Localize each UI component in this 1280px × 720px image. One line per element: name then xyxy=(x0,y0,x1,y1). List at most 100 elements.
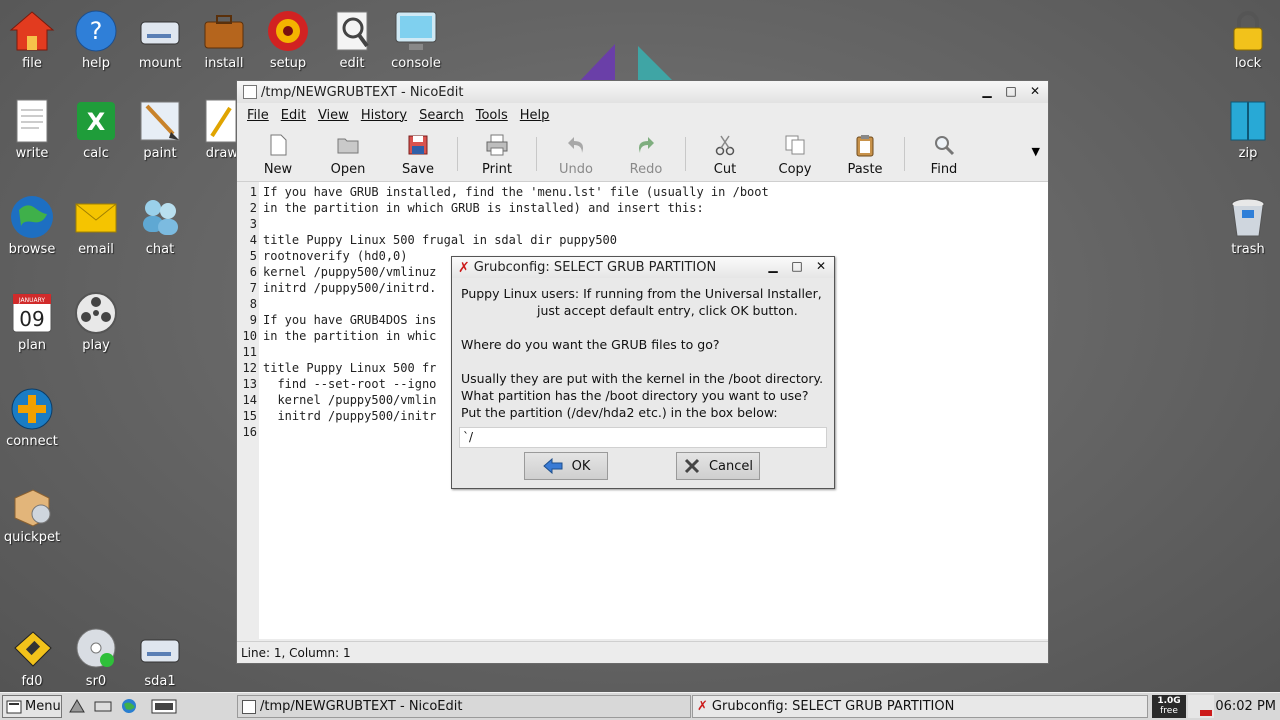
toolbar-separator xyxy=(904,137,905,171)
desktop-icon-calc[interactable]: X calc xyxy=(64,98,128,161)
calendar-day: 09 xyxy=(19,307,44,331)
keyboard-icon[interactable] xyxy=(94,698,112,714)
connect-icon xyxy=(9,386,55,432)
desktop-icon-play[interactable]: play xyxy=(64,290,128,353)
paint-icon xyxy=(137,98,183,144)
desktop-icon-email[interactable]: email xyxy=(64,194,128,257)
grub-partition-dialog[interactable]: ✗ Grubconfig: SELECT GRUB PARTITION ▁ □ … xyxy=(451,256,835,489)
menu-help[interactable]: Help xyxy=(520,108,550,123)
toolbar-overflow-icon[interactable]: ▼ xyxy=(1032,145,1040,158)
desktop-icon-console[interactable]: console xyxy=(384,8,448,71)
minimize-icon[interactable]: ▁ xyxy=(766,259,780,273)
maximize-icon[interactable]: □ xyxy=(1004,84,1018,98)
menu-search[interactable]: Search xyxy=(419,108,464,123)
cancel-button[interactable]: Cancel xyxy=(676,452,760,480)
dialog-text: just accept default entry, click OK butt… xyxy=(537,303,798,318)
menu-tools[interactable]: Tools xyxy=(476,108,508,123)
desktop-icon-chat[interactable]: chat xyxy=(128,194,192,257)
save-button[interactable]: Save xyxy=(383,127,453,181)
desktop-icon-edit[interactable]: edit xyxy=(320,8,384,71)
clock[interactable]: 06:02 PM xyxy=(1215,695,1276,718)
minimize-icon[interactable]: ▁ xyxy=(980,84,994,98)
desktop-icon-setup[interactable]: setup xyxy=(256,8,320,71)
chat-icon xyxy=(137,194,183,240)
partition-input[interactable]: `/ xyxy=(459,427,827,448)
toolbar-separator xyxy=(685,137,686,171)
desktop-icon-connect[interactable]: connect xyxy=(0,386,64,449)
redo-button[interactable]: Redo xyxy=(611,127,681,181)
desktop-icon-install[interactable]: install xyxy=(192,8,256,71)
dialog-text: Where do you want the GRUB files to go? xyxy=(461,337,720,352)
find-button[interactable]: Find xyxy=(909,127,979,181)
desktop-icon-trash[interactable]: trash xyxy=(1216,194,1280,257)
globe-icon xyxy=(9,194,55,240)
dialog-text: What partition has the /boot directory y… xyxy=(461,388,809,403)
desktop-icon-sr0[interactable]: sr0 xyxy=(64,626,128,689)
desktop-icon-quickpet[interactable]: quickpet xyxy=(0,482,64,545)
dialog-title: Grubconfig: SELECT GRUB PARTITION xyxy=(473,260,717,275)
show-desktop-icon[interactable] xyxy=(146,698,182,714)
menu-icon xyxy=(6,700,22,713)
network-icon[interactable] xyxy=(68,698,86,714)
desktop-icon-zip[interactable]: zip xyxy=(1216,98,1280,161)
desktop-icon-fd0[interactable]: fd0 xyxy=(0,626,64,689)
setup-icon xyxy=(265,8,311,54)
hard-drive-icon xyxy=(137,626,183,672)
start-menu-button[interactable]: Menu xyxy=(2,695,62,718)
floppy-save-icon xyxy=(408,135,428,155)
desktop-icon-sda1[interactable]: sda1 xyxy=(128,626,192,689)
desktop-icon-mount[interactable]: mount xyxy=(128,8,192,71)
print-button[interactable]: Print xyxy=(462,127,532,181)
open-button[interactable]: Open xyxy=(313,127,383,181)
desktop-icon-lock[interactable]: lock xyxy=(1216,8,1280,71)
desktop-icon-draw[interactable]: draw xyxy=(192,98,238,161)
taskbar-item-nicoedit[interactable]: /tmp/NEWGRUBTEXT - NicoEdit xyxy=(237,695,691,718)
close-icon[interactable]: ✕ xyxy=(1028,84,1042,98)
editor-titlebar[interactable]: /tmp/NEWGRUBTEXT - NicoEdit ▁ □ ✕ xyxy=(237,81,1048,103)
toolbar-separator xyxy=(536,137,537,171)
menu-edit[interactable]: Edit xyxy=(281,108,306,123)
document-icon xyxy=(243,85,257,99)
taskbar: Menu /tmp/NEWGRUBTEXT - NicoEdit ✗ Grubc… xyxy=(0,692,1280,720)
close-icon[interactable]: ✕ xyxy=(814,259,828,273)
menu-file[interactable]: File xyxy=(247,108,269,123)
x-app-icon: ✗ xyxy=(458,259,470,276)
desktop-icon-plan[interactable]: JANUARY 09 plan xyxy=(0,290,64,353)
document-icon xyxy=(9,98,55,144)
taskbar-item-grubconfig[interactable]: ✗ Grubconfig: SELECT GRUB PARTITION xyxy=(692,695,1148,718)
desktop-icon-paint[interactable]: paint xyxy=(128,98,192,161)
x-app-icon: ✗ xyxy=(697,699,708,714)
package-icon xyxy=(9,482,55,528)
dialog-text: Puppy Linux users: If running from the U… xyxy=(461,286,822,301)
edit-icon xyxy=(329,8,375,54)
calendar-icon: JANUARY 09 xyxy=(9,290,55,336)
archive-icon xyxy=(1225,98,1271,144)
new-button[interactable]: New xyxy=(243,127,313,181)
folder-icon xyxy=(337,138,359,154)
desktop-icon-help[interactable]: ? help xyxy=(64,8,128,71)
draw-icon xyxy=(192,98,238,144)
desktop-icon-write[interactable]: write xyxy=(0,98,64,161)
cut-button[interactable]: Cut xyxy=(690,127,760,181)
cancel-x-icon xyxy=(684,458,700,474)
document-icon xyxy=(242,699,256,714)
email-icon xyxy=(73,194,119,240)
maximize-icon[interactable]: □ xyxy=(790,259,804,273)
menu-history[interactable]: History xyxy=(361,108,407,123)
free-space-indicator: 1.0G free xyxy=(1152,695,1186,718)
copy-button[interactable]: Copy xyxy=(760,127,830,181)
menu-bar: File Edit View History Search Tools Help xyxy=(237,103,1048,127)
paste-button[interactable]: Paste xyxy=(830,127,900,181)
undo-button[interactable]: Undo xyxy=(541,127,611,181)
editor-title: /tmp/NEWGRUBTEXT - NicoEdit xyxy=(261,84,464,100)
dialog-titlebar[interactable]: ✗ Grubconfig: SELECT GRUB PARTITION ▁ □ … xyxy=(452,257,834,278)
menu-view[interactable]: View xyxy=(318,108,349,123)
globe-icon[interactable] xyxy=(120,698,138,714)
film-reel-icon xyxy=(73,290,119,336)
ok-button[interactable]: OK xyxy=(524,452,608,480)
status-bar: Line: 1, Column: 1 xyxy=(237,641,1048,663)
desktop-icon-browse[interactable]: browse xyxy=(0,194,64,257)
cpu-monitor xyxy=(1188,695,1214,718)
help-icon: ? xyxy=(73,8,119,54)
desktop-icon-file[interactable]: file xyxy=(0,8,64,71)
